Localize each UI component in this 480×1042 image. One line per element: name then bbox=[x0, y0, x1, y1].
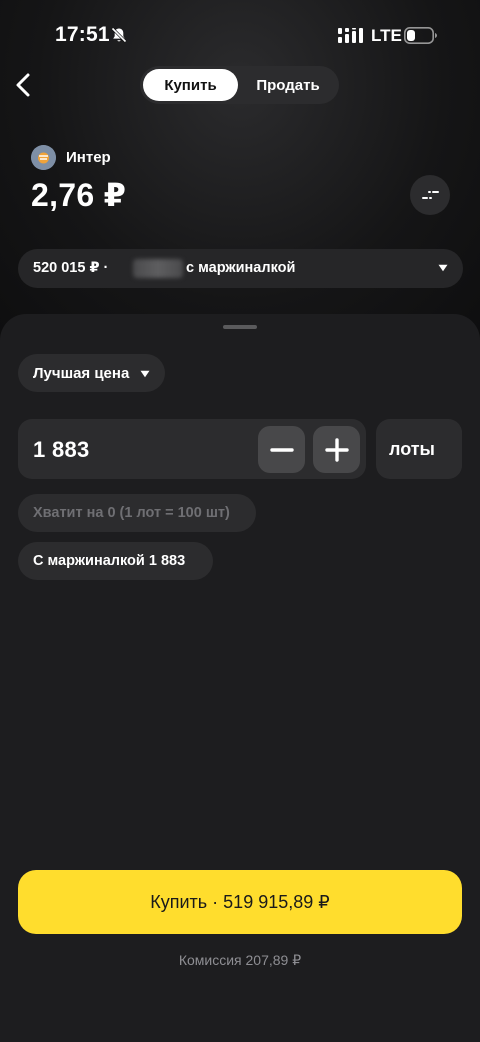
account-selector[interactable]: 520 015 ₽ · с маржиналкой bbox=[18, 249, 463, 288]
buy-sell-toggle: Купить Продать bbox=[140, 66, 339, 104]
status-bar: 17:51 LTE bbox=[0, 0, 480, 70]
account-name-redacted bbox=[133, 259, 183, 278]
unit-label: лоты bbox=[389, 439, 435, 459]
status-time: 17:51 bbox=[55, 23, 110, 46]
price-type-dropdown[interactable]: Лучшая цена bbox=[18, 354, 165, 392]
unit-fade bbox=[436, 419, 462, 479]
quantity-field[interactable]: 1 883 bbox=[18, 419, 366, 479]
plus-icon bbox=[324, 437, 349, 462]
switch-view-button[interactable] bbox=[410, 175, 450, 215]
tab-sell[interactable]: Продать bbox=[240, 69, 336, 101]
unit-selector[interactable]: лоты bbox=[376, 419, 462, 479]
bell-muted-icon bbox=[111, 27, 127, 43]
price-type-label: Лучшая цена bbox=[33, 365, 130, 382]
network-type: LTE bbox=[371, 26, 402, 45]
caret-down-icon bbox=[438, 264, 448, 272]
quantity-value[interactable]: 1 883 bbox=[33, 437, 90, 463]
decrease-quantity-button[interactable] bbox=[258, 426, 305, 473]
swap-lines-icon bbox=[422, 191, 439, 199]
cellular-signal-icon bbox=[338, 28, 363, 43]
enough-hint-chip: Хватит на 0 (1 лот = 100 шт) bbox=[18, 494, 256, 532]
increase-quantity-button[interactable] bbox=[313, 426, 360, 473]
battery-icon bbox=[404, 27, 437, 44]
commission-text: Комиссия 207,89 ₽ bbox=[178, 952, 302, 968]
minus-icon bbox=[269, 447, 294, 452]
instrument-logo bbox=[31, 145, 56, 170]
trade-screen: 17:51 LTE Купить Продать Интер 2,76 ₽ 52… bbox=[0, 0, 480, 1042]
account-balance: 520 015 ₽ · bbox=[33, 260, 109, 276]
account-type: с маржиналкой bbox=[186, 260, 296, 276]
order-sheet: Лучшая цена 1 883 лоты Хватит на 0 (1 ло bbox=[0, 314, 480, 1042]
margin-quantity-chip[interactable]: С маржиналкой 1 883 bbox=[18, 542, 213, 580]
sheet-drag-handle[interactable] bbox=[223, 325, 257, 329]
instrument-name: Интер bbox=[66, 149, 111, 166]
buy-button[interactable]: Купить · 519 915,89 ₽ bbox=[18, 870, 462, 934]
instrument-price: 2,76 ₽ bbox=[31, 177, 127, 213]
caret-down-icon bbox=[140, 370, 150, 378]
back-arrow-icon[interactable] bbox=[12, 70, 36, 100]
tab-buy[interactable]: Купить bbox=[143, 69, 238, 101]
inter-logo-icon bbox=[31, 145, 56, 170]
